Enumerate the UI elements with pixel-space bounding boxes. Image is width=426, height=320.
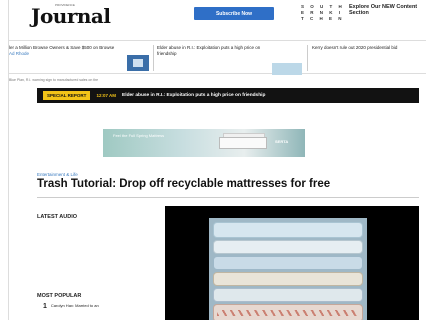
strip-subline[interactable]: Blue Plan, R.I. warning sign to manufact…: [9, 78, 98, 82]
strip-item-elder-abuse[interactable]: Elder abuse in R.I.: Exploitation puts a…: [157, 45, 267, 56]
site-logo[interactable]: Journal: [31, 4, 111, 28]
special-report-bar[interactable]: SPECIAL REPORT 12:07 AM Elder abuse in R…: [37, 88, 419, 103]
strip-item-ad-text: ler a Million Browse Owners & Save $500 …: [9, 45, 115, 50]
strip-item-ad-source: Ad Rhode: [9, 50, 30, 56]
mattress-ad-banner[interactable]: Feel the Full Spring Mattress SERTA: [103, 129, 305, 157]
strip-item-ad[interactable]: ler a Million Browse Owners & Save $500 …: [9, 45, 124, 56]
article-title: Trash Tutorial: Drop off recyclable matt…: [37, 178, 331, 190]
strip-thumbnail-1[interactable]: [127, 55, 149, 71]
ad-text: Feel the Full Spring Mattress: [113, 133, 165, 138]
special-report-headline[interactable]: Elder abuse in R.I.: Exploitation puts a…: [122, 93, 265, 98]
subscribe-button[interactable]: Subscribe Now: [194, 7, 274, 20]
page-frame: PROVIDENCE Journal Subscribe Now S O U T…: [8, 0, 426, 320]
southern-kitchen-promo[interactable]: Explore Our NEW Content Section: [349, 4, 426, 16]
ad-mattress-image: [219, 137, 267, 149]
strip-thumbnail-2[interactable]: [272, 63, 302, 75]
southern-kitchen-logo[interactable]: S O U T H E R N K I T C H E N: [301, 4, 345, 22]
strip-item-kerry[interactable]: Kerry doesn't rule out 2020 presidential…: [312, 45, 422, 51]
strip-divider: [307, 45, 308, 71]
mattress-stack-photo: [209, 218, 367, 320]
title-divider: [37, 197, 419, 198]
ad-brand: SERTA: [275, 139, 289, 144]
special-report-badge: SPECIAL REPORT: [43, 91, 91, 100]
article-hero-image[interactable]: [165, 206, 419, 320]
popular-item-number: 1: [43, 303, 47, 310]
popular-item-text[interactable]: Carolyn Hax: Married to an: [51, 303, 111, 308]
most-popular-heading: MOST POPULAR: [37, 293, 82, 299]
strip-divider: [153, 45, 154, 71]
latest-audio-heading: LATEST AUDIO: [37, 214, 78, 220]
headline-strip: ler a Million Browse Owners & Save $500 …: [9, 40, 426, 75]
special-report-time: 12:07 AM: [96, 93, 117, 98]
popular-item[interactable]: 1 Carolyn Hax: Married to an: [43, 303, 111, 310]
article-category[interactable]: Entertainment & Life: [37, 172, 78, 177]
